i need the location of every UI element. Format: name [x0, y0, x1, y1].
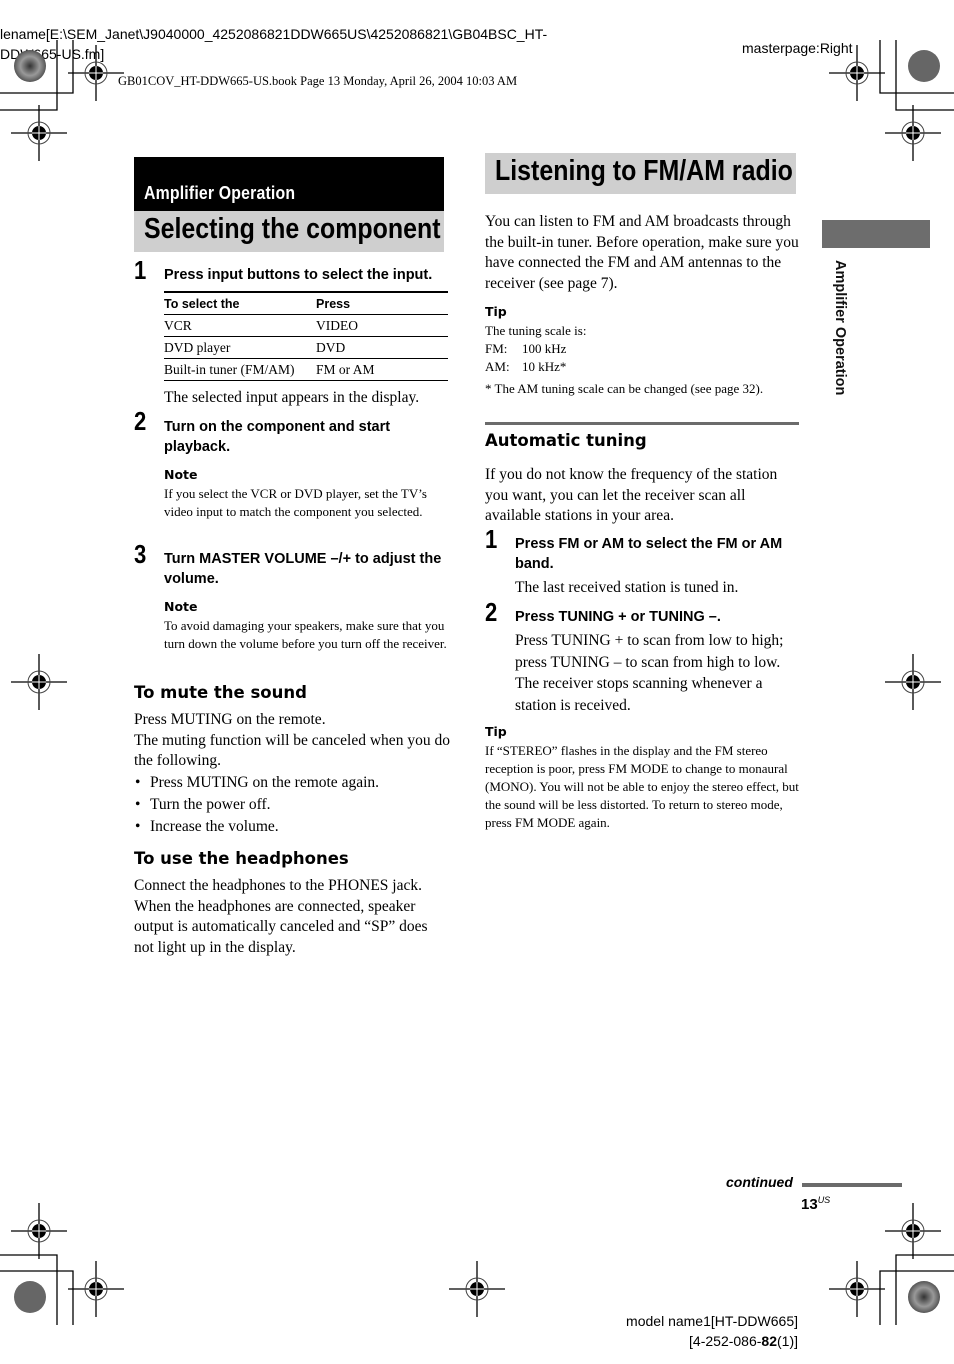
- mute-bullet-list: Press MUTING on the remote again. Turn t…: [134, 773, 450, 839]
- tip-label: Tip: [485, 304, 507, 319]
- mute-text: Press MUTING on the remote. The muting f…: [134, 710, 450, 839]
- registration-mark-icon: [10, 104, 68, 162]
- model-code-suffix: (1)]: [777, 1333, 798, 1349]
- table-cell: DVD: [316, 336, 448, 359]
- step-number: 1: [485, 524, 498, 554]
- tip-line-am: AM: 10 kHz*: [485, 358, 803, 376]
- list-item: Turn the power off.: [134, 795, 450, 817]
- page-number-value: 13: [801, 1196, 818, 1213]
- am-label: AM:: [485, 359, 510, 374]
- registration-mark-icon: [10, 653, 68, 711]
- registration-mark-icon: [884, 104, 942, 162]
- tip-footnote: * The AM tuning scale can be changed (se…: [485, 381, 764, 396]
- note-text: To avoid damaging your speakers, make su…: [164, 618, 447, 651]
- mute-paragraph: Press MUTING on the remote.: [134, 711, 326, 728]
- step-text: Turn MASTER VOLUME –/+ to adjust the vol…: [164, 551, 442, 587]
- step-text: Press input buttons to select the input.: [164, 267, 433, 283]
- step-result: Press TUNING + to scan from low to high;…: [515, 632, 784, 714]
- registration-mark-icon: [448, 1260, 506, 1318]
- table-cell: VIDEO: [316, 314, 448, 337]
- list-item: Increase the volume.: [134, 817, 450, 839]
- page-title-radio: Listening to FM/AM radio: [485, 153, 796, 194]
- table-row: DVD player DVD: [164, 336, 448, 359]
- note-label: Note: [164, 467, 198, 482]
- table-cell: DVD player: [164, 336, 316, 359]
- title-text: Selecting the component: [144, 213, 441, 245]
- table-header: To select the: [164, 291, 316, 315]
- registration-mark-icon: [10, 1202, 68, 1260]
- table-header-row: To select the Press: [164, 291, 448, 315]
- page-number: 13US: [801, 1195, 830, 1213]
- table-cell: Built-in tuner (FM/AM): [164, 358, 316, 381]
- table-cell: FM or AM: [316, 358, 448, 381]
- headphones-text: Connect the headphones to the PHONES jac…: [134, 877, 428, 956]
- color-target-icon: [14, 1281, 46, 1313]
- color-target-icon: [14, 50, 46, 82]
- chapter-tab-label: Amplifier Operation: [832, 260, 848, 396]
- section-divider: [485, 422, 799, 425]
- note-text: If you select the VCR or DVD player, set…: [164, 486, 427, 519]
- color-target-icon: [908, 50, 940, 82]
- am-value: 10 kHz*: [522, 359, 567, 374]
- registration-mark-icon: [828, 1260, 886, 1318]
- mute-heading: To mute the sound: [134, 683, 307, 702]
- chapter-tab: [822, 220, 930, 248]
- color-target-icon: [908, 1281, 940, 1313]
- step-result: The selected input appears in the displa…: [164, 389, 420, 406]
- tip-text: If “STEREO” flashes in the display and t…: [485, 743, 799, 830]
- model-name: model name1[HT-DDW665]: [626, 1313, 798, 1329]
- list-item: Press MUTING on the remote again.: [134, 773, 450, 795]
- registration-mark-icon: [828, 44, 886, 102]
- tip-line: The tuning scale is:: [485, 323, 587, 338]
- model-code-bold: 82: [761, 1333, 777, 1349]
- step-number: 1: [134, 255, 147, 285]
- page-title-selecting: Selecting the component: [134, 211, 444, 252]
- fm-label: FM:: [485, 341, 508, 356]
- table-row: VCR VIDEO: [164, 314, 448, 337]
- registration-mark-icon: [884, 1202, 942, 1260]
- step-number: 3: [134, 539, 147, 569]
- note-label: Note: [164, 599, 198, 614]
- table-header: Press: [316, 291, 448, 315]
- table-row: Built-in tuner (FM/AM) FM or AM: [164, 358, 448, 381]
- registration-mark-icon: [67, 1260, 125, 1318]
- section-banner: Amplifier Operation: [134, 157, 444, 211]
- step-number: 2: [134, 406, 147, 436]
- radio-intro: You can listen to FM and AM broadcasts t…: [485, 213, 799, 292]
- continued-label: continued: [726, 1174, 793, 1190]
- tip-label: Tip: [485, 724, 507, 739]
- fm-value: 100 kHz: [522, 341, 567, 356]
- input-selection-table: To select the Press VCR VIDEO DVD player D…: [164, 291, 448, 381]
- step-number: 2: [485, 597, 498, 627]
- page-region-suffix: US: [817, 1195, 831, 1205]
- step-text: Press FM or AM to select the FM or AM ba…: [515, 536, 783, 572]
- model-info: model name1[HT-DDW665] [4-252-086-82(1)]: [626, 1311, 798, 1351]
- title-text: Listening to FM/AM radio: [495, 155, 793, 187]
- step-text: Press TUNING + or TUNING –.: [515, 609, 721, 625]
- headphones-heading: To use the headphones: [134, 849, 349, 868]
- continued-bar: [802, 1183, 902, 1187]
- registration-mark-icon: [67, 44, 125, 102]
- auto-tuning-heading: Automatic tuning: [485, 431, 647, 450]
- auto-tuning-intro: If you do not know the frequency of the …: [485, 466, 778, 524]
- model-code: [4-252-086-82(1)]: [626, 1331, 798, 1351]
- model-code-prefix: [4-252-086-: [689, 1333, 762, 1349]
- step-result: The last received station is tuned in.: [515, 579, 739, 596]
- tip-text: The tuning scale is: FM: 100 kHz AM: 10 kH…: [485, 322, 803, 398]
- registration-mark-icon: [884, 653, 942, 711]
- tip-line-fm: FM: 100 kHz: [485, 340, 803, 358]
- section-label: Amplifier Operation: [144, 183, 296, 203]
- table-cell: VCR: [164, 314, 316, 337]
- step-text: Turn on the component and start playback…: [164, 419, 391, 455]
- mute-paragraph: The muting function will be canceled whe…: [134, 731, 450, 770]
